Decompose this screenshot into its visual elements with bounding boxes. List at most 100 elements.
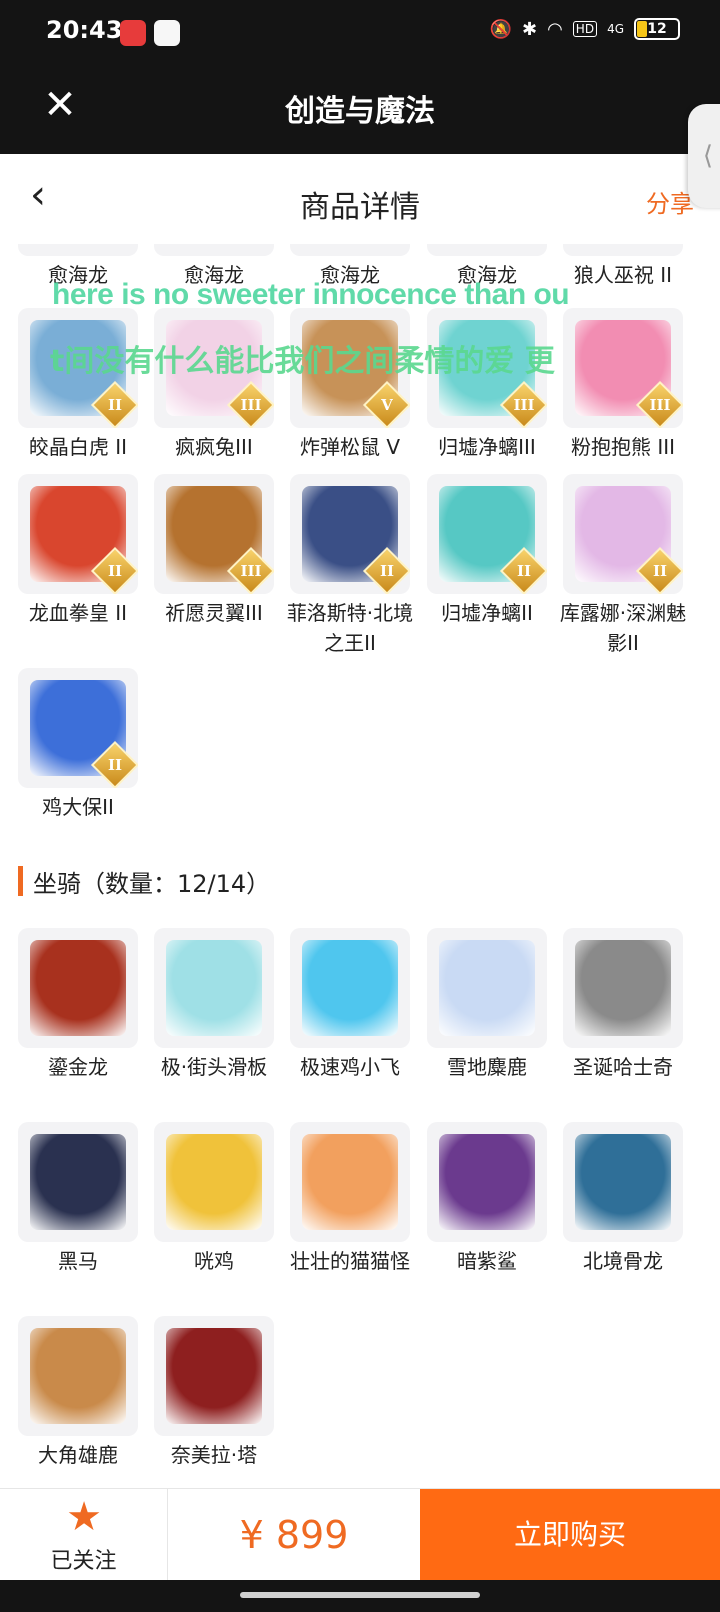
item-tile[interactable] — [18, 928, 138, 1048]
item-image — [30, 1328, 126, 1424]
item-name: 圣诞哈士奇 — [573, 1055, 673, 1079]
item-tile[interactable] — [563, 244, 683, 256]
item-name: 北境骨龙 — [583, 1249, 663, 1273]
section-accent-bar — [18, 866, 23, 896]
floating-lyrics-line-1: here is no sweeter innocence than ou — [52, 278, 570, 311]
item-name: 极速鸡小飞 — [300, 1055, 400, 1079]
floating-lyrics-line-2: t间没有什么能比我们之间柔情的爱 更 — [50, 344, 555, 379]
item-name: 归墟净螭III — [438, 435, 536, 459]
page-title: 商品详情 — [300, 190, 420, 225]
item-tile[interactable] — [290, 1122, 410, 1242]
item-tile[interactable] — [427, 244, 547, 256]
follow-button[interactable]: ★ 已关注 — [0, 1489, 168, 1581]
page-header: ‹ 商品详情 分享 — [0, 154, 720, 244]
item-name: 极·街头滑板 — [160, 1055, 268, 1079]
tier-badge-label: III — [240, 396, 262, 414]
item-tile[interactable] — [18, 1316, 138, 1436]
star-icon: ★ — [66, 1494, 102, 1540]
item-tile[interactable]: II — [563, 474, 683, 594]
item-tile[interactable] — [18, 1122, 138, 1242]
status-bar: 20:43 🔕 ✱ ◠ HD 4G 12 — [0, 0, 720, 62]
tier-badge-label: II — [652, 562, 668, 580]
item-name: 雪地麋鹿 — [447, 1055, 527, 1079]
notification-app-icon — [120, 20, 146, 46]
item-tile[interactable] — [563, 1122, 683, 1242]
bluetooth-icon: ✱ — [521, 18, 538, 40]
tier-badge-label: II — [379, 562, 395, 580]
item-name: 疯疯兔III — [175, 435, 253, 459]
status-time: 20:43 — [46, 16, 123, 44]
item-tile[interactable] — [154, 1316, 274, 1436]
item-name: 炸弹松鼠 V — [299, 435, 401, 459]
item-name: 粉抱抱熊 III — [570, 435, 676, 459]
item-tile[interactable] — [154, 244, 274, 256]
price: ¥ 899 — [239, 1513, 349, 1557]
tier-badge-label: II — [107, 756, 123, 774]
item-tile[interactable]: II — [290, 474, 410, 594]
item-image — [166, 940, 262, 1036]
item-tile[interactable]: II — [18, 474, 138, 594]
item-name: 奈美拉·塔 — [170, 1443, 258, 1467]
bottom-action-bar: ★ 已关注 ¥ 899 立即购买 — [0, 1488, 720, 1581]
item-tile[interactable] — [154, 1122, 274, 1242]
battery-icon: 12 — [634, 18, 680, 40]
webview-title-bar: ✕ 创造与魔法 — [0, 62, 720, 154]
mounts-section-title: 坐骑（数量：12/14） — [33, 869, 271, 898]
item-name: 龙血拳皇 II — [28, 601, 128, 625]
item-tile[interactable]: II — [18, 668, 138, 788]
item-tile[interactable] — [290, 928, 410, 1048]
item-tile[interactable] — [18, 244, 138, 256]
item-image — [302, 940, 398, 1036]
webview-title: 创造与魔法 — [285, 94, 435, 129]
tier-badge-label: II — [107, 396, 123, 414]
item-image — [30, 940, 126, 1036]
tier-badge-label: V — [381, 396, 393, 414]
item-name: 菲洛斯特·北境之王II — [286, 601, 414, 655]
item-name: 归墟净螭II — [441, 601, 533, 625]
mounts-section-header: 坐骑（数量：12/14） — [18, 864, 270, 898]
tier-badge-label: III — [240, 562, 262, 580]
item-image — [302, 1134, 398, 1230]
signal-icon: 4G — [607, 22, 624, 36]
item-name: 暗紫鲨 — [457, 1249, 517, 1273]
item-image — [575, 940, 671, 1036]
item-name: 大角雄鹿 — [38, 1443, 118, 1467]
item-tile[interactable] — [154, 928, 274, 1048]
scroll-content[interactable]: 愈海龙 愈海龙 愈海龙 愈海龙 狼人巫祝 II II 皎晶白虎 II III 疯疯兔III V 炸弹… — [0, 244, 720, 1490]
item-tile[interactable] — [427, 928, 547, 1048]
item-image — [439, 940, 535, 1036]
side-drawer-handle[interactable]: ⟨ — [688, 104, 720, 208]
buy-now-button[interactable]: 立即购买 — [420, 1489, 720, 1581]
tier-badge-label: II — [516, 562, 532, 580]
app-root: 20:43 🔕 ✱ ◠ HD 4G 12 ✕ 创造与魔法 ⟨ ‹ 商品详情 分享… — [0, 0, 720, 1612]
item-name: 鎏金龙 — [48, 1055, 108, 1079]
mute-icon: 🔕 — [489, 18, 512, 40]
item-image — [30, 1134, 126, 1230]
item-name: 祈愿灵翼III — [165, 601, 263, 625]
home-indicator[interactable] — [240, 1592, 480, 1598]
item-image — [575, 1134, 671, 1230]
follow-label: 已关注 — [50, 1549, 117, 1574]
tier-badge-label: II — [107, 562, 123, 580]
tier-badge-label: III — [513, 396, 535, 414]
wifi-icon: ◠ — [547, 18, 563, 40]
battery-level: 12 — [647, 21, 667, 37]
status-icons: 🔕 ✱ ◠ HD 4G 12 — [490, 18, 680, 40]
tier-badge-label: III — [649, 396, 671, 414]
item-name: 库露娜·深渊魅影II — [559, 601, 687, 655]
item-tile[interactable] — [427, 1122, 547, 1242]
item-name: 鸡大保II — [42, 795, 114, 819]
item-name: 壮壮的猫猫怪 — [290, 1249, 410, 1273]
item-name: 咣鸡 — [194, 1249, 234, 1273]
share-button[interactable]: 分享 — [646, 184, 694, 219]
item-image — [439, 1134, 535, 1230]
item-name: 皎晶白虎 II — [28, 435, 128, 459]
item-tile[interactable]: II — [427, 474, 547, 594]
notification-app-icon — [154, 20, 180, 46]
item-tile[interactable] — [563, 928, 683, 1048]
item-tile[interactable] — [290, 244, 410, 256]
item-tile[interactable]: III — [154, 474, 274, 594]
item-name: 黑马 — [58, 1249, 98, 1273]
item-image — [166, 1328, 262, 1424]
item-image — [166, 1134, 262, 1230]
